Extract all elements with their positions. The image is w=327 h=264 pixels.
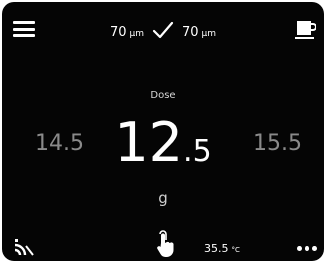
dose-label: Dose <box>150 90 176 101</box>
grind-right[interactable]: 70 µm <box>182 21 216 40</box>
temperature-unit: °C <box>231 246 240 254</box>
coffee-cup-icon[interactable] <box>294 18 316 40</box>
grind-left[interactable]: 70 µm <box>110 21 144 40</box>
next-dose-value[interactable]: 15.5 <box>253 131 302 156</box>
grind-left-unit: µm <box>129 28 145 39</box>
temperature-value: 35.5 <box>204 242 229 255</box>
current-dose-integer: 12 <box>114 111 184 174</box>
grind-right-value: 70 <box>182 24 199 40</box>
grind-left-value: 70 <box>109 24 127 40</box>
dose-unit: g <box>158 189 168 207</box>
wireless-signal-icon[interactable] <box>14 238 34 256</box>
grinder-screen: 70 µm 70 µm Dose 14.5 12.5 15.5 g 35.5 °C <box>2 2 324 261</box>
grind-size-display: 70 µm 70 µm <box>2 20 324 40</box>
current-dose-decimal: .5 <box>183 134 212 169</box>
touch-hand-icon[interactable] <box>155 230 175 258</box>
grind-right-unit: µm <box>201 28 217 39</box>
checkmark-icon <box>152 21 174 39</box>
more-options-icon[interactable] <box>297 246 318 252</box>
temperature-readout: 35.5 °C <box>204 242 240 255</box>
